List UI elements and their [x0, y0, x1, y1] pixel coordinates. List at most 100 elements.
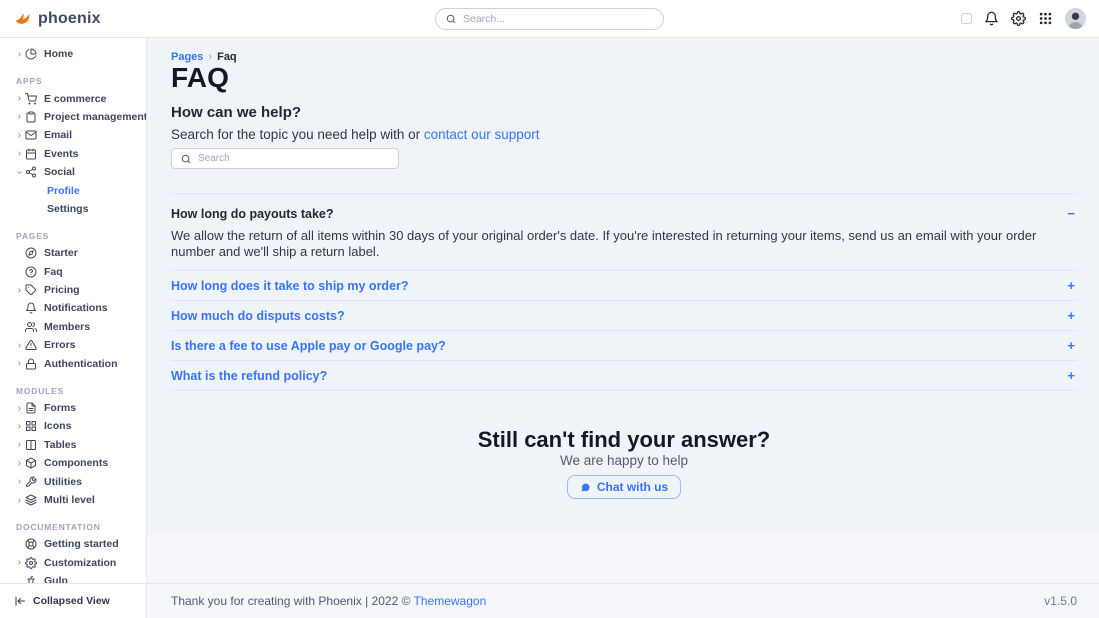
sidebar-section-modules: MODULES	[0, 383, 146, 399]
brand-logo[interactable]: phoenix	[13, 9, 101, 28]
sidebar-item-label: Icons	[44, 420, 71, 432]
file-text-icon	[25, 402, 37, 414]
chevron-right-icon	[16, 360, 25, 367]
chevron-right-icon	[16, 95, 25, 102]
sidebar-item-faq[interactable]: Faq	[0, 263, 146, 281]
breadcrumb: Pages › Faq	[171, 51, 1077, 63]
cta-subheading: We are happy to help	[171, 453, 1077, 469]
sidebar-item-errors[interactable]: Errors	[0, 336, 146, 354]
sidebar-item-e-commerce[interactable]: E commerce	[0, 89, 146, 107]
faq-question[interactable]: How much do disputs costs?	[171, 309, 345, 323]
theme-toggle[interactable]	[961, 13, 972, 24]
sidebar-item-profile[interactable]: Profile	[0, 181, 146, 199]
avatar[interactable]	[1065, 8, 1086, 29]
sidebar-item-icons[interactable]: Icons	[0, 417, 146, 435]
faq-search[interactable]	[171, 148, 399, 169]
chevron-right-icon	[16, 559, 25, 566]
gear-icon[interactable]	[1011, 11, 1026, 26]
sidebar-item-starter[interactable]: Starter	[0, 244, 146, 262]
sidebar-item-customization[interactable]: Customization	[0, 554, 146, 572]
sidebar-item-tables[interactable]: Tables	[0, 436, 146, 454]
cta-section: Still can't find your answer? We are hap…	[171, 427, 1077, 499]
faq-item-how-much-do-disputs-costs[interactable]: How much do disputs costs? +	[171, 301, 1077, 331]
sidebar-item-label: Profile	[47, 185, 80, 197]
bell-icon	[25, 302, 37, 314]
main-content: Pages › Faq FAQ How can we help? Search …	[147, 38, 1099, 618]
faq-answer: We allow the return of all items within …	[171, 228, 1077, 265]
bell-icon[interactable]	[984, 11, 999, 26]
sidebar-item-members[interactable]: Members	[0, 318, 146, 336]
faq-item-how-long-does-it-take-to-ship-my-order[interactable]: How long does it take to ship my order? +	[171, 271, 1077, 301]
expand-plus-icon[interactable]: +	[1067, 340, 1077, 352]
help-text: Search for the topic you need help with …	[171, 127, 1077, 143]
sidebar-section-apps: APPS	[0, 73, 146, 89]
chevron-right-icon	[16, 405, 25, 412]
package-icon	[25, 457, 37, 469]
sidebar-section-documentation: DOCUMENTATION	[0, 519, 146, 535]
chevron-right-icon	[16, 541, 25, 548]
chevron-right-icon	[16, 287, 25, 294]
faq-item-is-there-a-fee-to-use-apple-pay-or-google-pay[interactable]: Is there a fee to use Apple pay or Googl…	[171, 331, 1077, 361]
chevron-right-icon	[16, 169, 25, 176]
chevron-right-icon	[16, 423, 25, 430]
columns-icon	[25, 439, 37, 451]
sidebar-item-social[interactable]: Social	[0, 163, 146, 181]
sidebar-item-forms[interactable]: Forms	[0, 399, 146, 417]
help-heading: How can we help?	[171, 105, 1077, 121]
search-icon	[446, 14, 456, 24]
sidebar-item-project-management[interactable]: Project management	[0, 108, 146, 126]
faq-item-what-is-the-refund-policy[interactable]: What is the refund policy? +	[171, 361, 1077, 391]
chevron-right-icon	[16, 268, 25, 275]
topbar-search[interactable]	[435, 8, 664, 30]
faq-search-input[interactable]	[198, 153, 389, 164]
faq-item-how-long-do-payouts-take[interactable]: How long do payouts take? − We allow the r…	[171, 194, 1077, 271]
settings-gear-icon	[25, 557, 37, 569]
expand-plus-icon[interactable]: +	[1067, 370, 1077, 382]
chevron-right-icon	[16, 150, 25, 157]
chat-with-us-label: Chat with us	[597, 480, 668, 494]
sidebar-item-label: Members	[44, 321, 90, 333]
themewagon-link[interactable]: Themewagon	[414, 594, 487, 608]
chevron-right-icon	[16, 478, 25, 485]
collapsed-view-toggle[interactable]: Collapsed View	[0, 583, 146, 618]
sidebar-item-events[interactable]: Events	[0, 145, 146, 163]
sidebar-item-label: Notifications	[44, 302, 108, 314]
sidebar-item-components[interactable]: Components	[0, 454, 146, 472]
footer-version: v1.5.0	[1044, 594, 1077, 608]
page-title: FAQ	[171, 63, 1077, 93]
apps-grid-icon[interactable]	[1038, 11, 1053, 26]
contact-support-link[interactable]: contact our support	[424, 127, 540, 142]
sidebar-item-email[interactable]: Email	[0, 126, 146, 144]
grid-icon	[25, 420, 37, 432]
sidebar-item-gulp[interactable]: Gulp	[0, 572, 146, 583]
faq-question[interactable]: How long does it take to ship my order?	[171, 279, 409, 293]
sidebar-item-getting-started[interactable]: Getting started	[0, 535, 146, 553]
sidebar-item-label: E commerce	[44, 93, 106, 105]
chevron-right-icon	[16, 132, 25, 139]
cta-heading: Still can't find your answer?	[171, 427, 1077, 453]
faq-question[interactable]: What is the refund policy?	[171, 369, 327, 383]
expand-plus-icon[interactable]: +	[1067, 310, 1077, 322]
topbar-search-input[interactable]	[463, 13, 653, 25]
expand-plus-icon[interactable]: +	[1067, 280, 1077, 292]
sidebar-item-pricing[interactable]: Pricing	[0, 281, 146, 299]
collapse-minus-icon[interactable]: −	[1067, 208, 1077, 220]
alert-triangle-icon	[25, 339, 37, 351]
faq-question[interactable]: Is there a fee to use Apple pay or Googl…	[171, 339, 446, 353]
search-icon	[181, 154, 191, 164]
lower-band	[147, 533, 1099, 583]
sidebar-item-label: Faq	[44, 266, 63, 278]
faq-question[interactable]: How long do payouts take?	[171, 207, 334, 221]
tool-icon	[25, 476, 37, 488]
chevron-right-icon	[16, 323, 25, 330]
chevron-right-icon	[16, 51, 25, 58]
sidebar-item-utilities[interactable]: Utilities	[0, 472, 146, 490]
sidebar-item-authentication[interactable]: Authentication	[0, 354, 146, 372]
sidebar-item-label: Errors	[44, 339, 76, 351]
chat-with-us-button[interactable]: Chat with us	[567, 475, 681, 499]
sidebar-item-multi-level[interactable]: Multi level	[0, 491, 146, 509]
layers-icon	[25, 494, 37, 506]
sidebar-item-notifications[interactable]: Notifications	[0, 299, 146, 317]
sidebar-item-home[interactable]: Home	[0, 45, 146, 63]
sidebar-item-settings[interactable]: Settings	[0, 200, 146, 218]
